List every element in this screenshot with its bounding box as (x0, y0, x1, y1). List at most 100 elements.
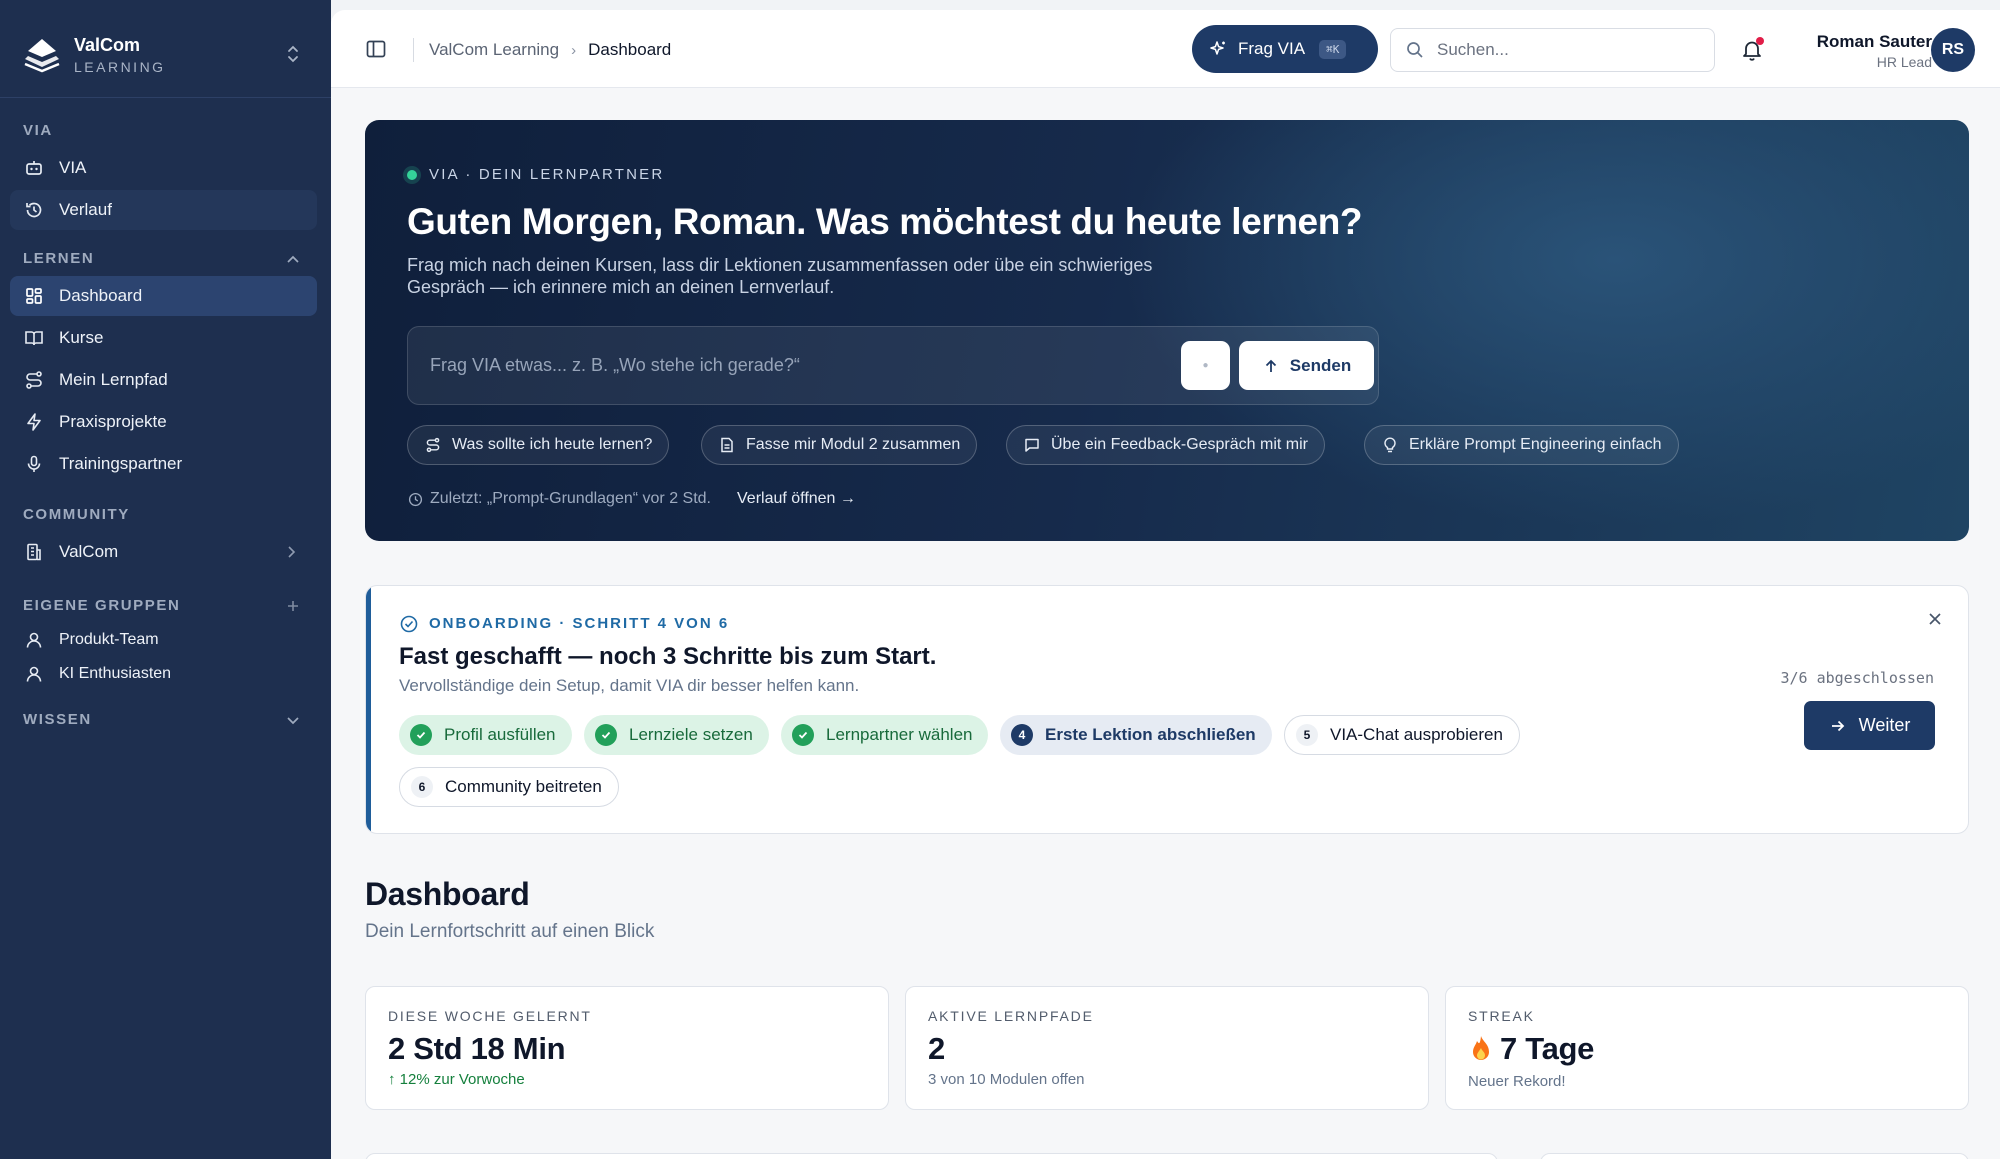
hero-subtitle: Frag mich nach deinen Kursen, lass dir L… (407, 255, 1153, 297)
onboarding-card: ONBOARDING · SCHRITT 4 VON 6 Fast gescha… (365, 585, 1969, 834)
chip-label: Erkläre Prompt Engineering einfach (1409, 436, 1662, 453)
continue-button[interactable]: Weiter (1804, 701, 1935, 750)
sidebar-item-trainingspartner[interactable]: Trainingspartner (10, 444, 317, 484)
bell-icon[interactable] (1738, 36, 1766, 64)
stat-card-paths: AKTIVE LERNPFADE 2 3 von 10 Modulen offe… (905, 986, 1429, 1110)
section-label-wissen[interactable]: WISSEN (23, 711, 92, 728)
sparkles-icon (1208, 39, 1228, 59)
brand-logo-icon (22, 35, 62, 75)
route-icon (23, 369, 45, 391)
ask-via-button[interactable]: Frag VIA ⌘K (1192, 25, 1378, 73)
via-prompt-placeholder: Frag VIA etwas... z. B. „Wo stehe ich ge… (430, 355, 800, 375)
suggestion-chip[interactable]: Was sollte ich heute lernen? (407, 425, 670, 465)
sidebar-item-label: Praxisprojekte (59, 412, 167, 431)
stat-card-streak: STREAK 7 Tage Neuer Rekord! (1445, 986, 1969, 1110)
breadcrumb-root[interactable]: ValCom Learning (429, 40, 559, 60)
search-input[interactable] (1437, 40, 1687, 60)
check-icon (595, 724, 617, 746)
send-label: Senden (1289, 355, 1352, 375)
onboarding-step[interactable]: Lernziele setzen (584, 715, 769, 755)
sidebar-item-label: VIA (59, 158, 87, 177)
onboarding-accent-bar (366, 586, 371, 833)
stat-value: 2 (928, 1031, 945, 1066)
stat-note: 3 von 10 Modulen offen (928, 1071, 1085, 1088)
history-icon (23, 199, 45, 221)
continue-label: Weiter (1858, 715, 1911, 735)
suggestion-chip[interactable]: Fasse mir Modul 2 zusammen (701, 425, 978, 465)
section-label-gruppen: EIGENE GRUPPEN (23, 597, 181, 614)
step-label: VIA-Chat ausprobieren (1330, 725, 1503, 744)
onboarding-step-current[interactable]: 4 Erste Lektion abschließen (1000, 715, 1272, 755)
chevron-right-icon (281, 542, 301, 562)
stat-label: DIESE WOCHE GELERNT (388, 1008, 592, 1024)
step-label: Community beitreten (445, 777, 602, 796)
plus-icon[interactable] (283, 596, 303, 616)
building-icon (23, 541, 45, 563)
onboarding-step[interactable]: Lernpartner wählen (781, 715, 989, 755)
sidebar-item-label: Mein Lernpfad (59, 370, 168, 389)
sidebar-item-label: Verlauf (59, 200, 112, 219)
chevrons-up-down-icon (282, 42, 304, 66)
avatar[interactable]: RS (1931, 28, 1975, 72)
step-number: 6 (411, 776, 433, 798)
check-icon (792, 724, 814, 746)
status-dot (407, 169, 417, 180)
search-icon (1405, 40, 1425, 60)
sidebar-item-verlauf[interactable]: Verlauf (10, 190, 317, 230)
stat-card-learned: DIESE WOCHE GELERNT 2 Std 18 Min ↑ 12% z… (365, 986, 889, 1110)
sidebar-item-lernpfad[interactable]: Mein Lernpfad (10, 360, 317, 400)
stat-label: AKTIVE LERNPFADE (928, 1008, 1094, 1024)
sidebar-item-via[interactable]: VIA (10, 148, 317, 188)
onboarding-kicker-text: ONBOARDING · SCHRITT 4 VON 6 (429, 615, 730, 632)
sidebar-item-ki-enthusiasten[interactable]: KI Enthusiasten (10, 654, 317, 694)
flame-icon (1468, 1034, 1494, 1064)
section-label-via: VIA (23, 122, 53, 139)
shortcut-badge: ⌘K (1319, 39, 1347, 59)
circle-check-icon (399, 614, 418, 633)
layout-grid-icon (23, 285, 45, 307)
onboarding-step[interactable]: 5 VIA-Chat ausprobieren (1284, 715, 1520, 755)
sidebar-item-dashboard[interactable]: Dashboard (10, 276, 317, 316)
book-open-icon (23, 327, 45, 349)
chevron-up-icon[interactable] (283, 249, 303, 269)
chip-label: Was sollte ich heute lernen? (452, 436, 653, 453)
step-label: Erste Lektion abschließen (1045, 725, 1256, 744)
close-icon[interactable] (1924, 608, 1946, 630)
hero-kicker: VIA · DEIN LERNPARTNER (407, 166, 664, 183)
sidebar-divider (0, 97, 331, 98)
topbar-divider (413, 38, 414, 62)
suggestion-chip[interactable]: Übe ein Feedback-Gespräch mit mir (1006, 425, 1325, 465)
open-history-link[interactable]: Verlauf öffnen → (737, 490, 856, 508)
brand-subtitle: LEARNING (74, 59, 166, 75)
hero-kicker-text: VIA · DEIN LERNPARTNER (429, 166, 665, 183)
step-number: 5 (1296, 724, 1318, 746)
section-label-lernen: LERNEN (23, 250, 95, 267)
suggestion-chip[interactable]: Erkläre Prompt Engineering einfach (1364, 425, 1679, 465)
zap-icon (23, 411, 45, 433)
sidebar-item-kurse[interactable]: Kurse (10, 318, 317, 358)
onboarding-step[interactable]: Profil ausfüllen (399, 715, 572, 755)
chip-label: Übe ein Feedback-Gespräch mit mir (1051, 436, 1308, 453)
brand-name: ValCom (74, 35, 141, 55)
sidebar-item-valcom[interactable]: ValCom (10, 532, 317, 572)
via-prompt-field[interactable]: Frag VIA etwas... z. B. „Wo stehe ich ge… (407, 326, 1379, 405)
attach-button[interactable]: ● (1181, 341, 1230, 390)
sidebar-toggle-icon[interactable] (365, 38, 387, 60)
sidebar-item-praxisprojekte[interactable]: Praxisprojekte (10, 402, 317, 442)
breadcrumb: ValCom Learning › Dashboard (429, 40, 671, 60)
chevron-down-icon[interactable] (283, 710, 303, 730)
page-subtitle: Dein Lernfortschritt auf einen Blick (365, 921, 655, 942)
mic-icon (23, 453, 45, 475)
user-name: Roman Sauter (1816, 32, 1932, 51)
search-box[interactable] (1390, 28, 1715, 72)
notification-dot (1756, 37, 1764, 45)
user-menu[interactable]: Roman Sauter HR Lead (1817, 32, 1932, 70)
brand-switcher[interactable]: ValCom LEARNING (22, 30, 312, 80)
hero-title: Guten Morgen, Roman. Was möchtest du heu… (407, 201, 1363, 242)
onboarding-step[interactable]: 6 Community beitreten (399, 767, 619, 807)
onboarding-title: Fast geschafft — noch 3 Schritte bis zum… (399, 643, 937, 670)
send-button[interactable]: Senden (1239, 341, 1374, 390)
sidebar: ValCom LEARNING VIA VIA Verlauf LERNEN D… (0, 0, 331, 1159)
sidebar-item-label: KI Enthusiasten (59, 665, 172, 682)
step-number: 4 (1011, 724, 1033, 746)
